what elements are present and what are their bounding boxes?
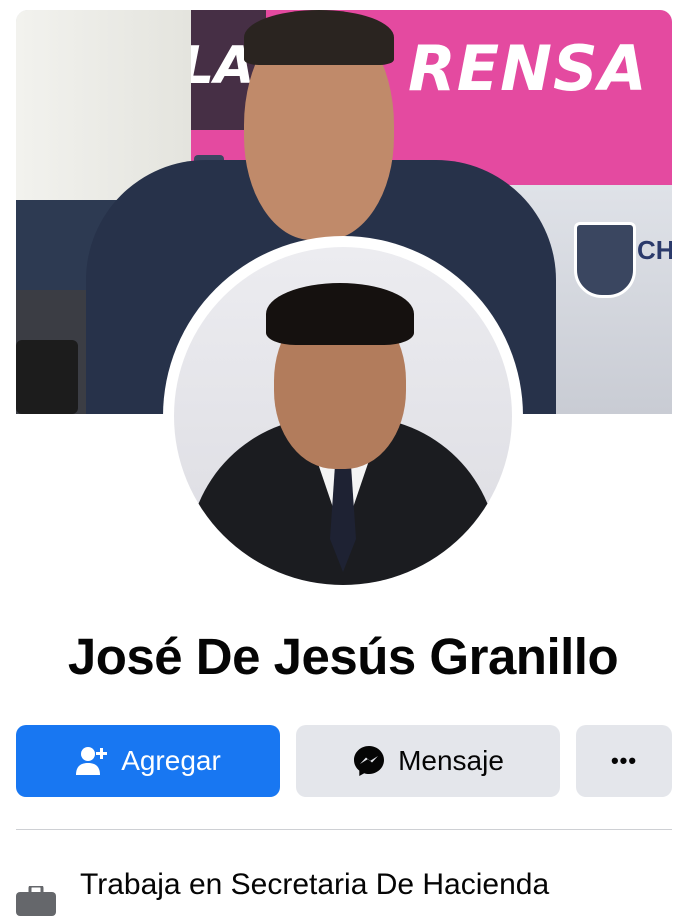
work-text: Trabaja en Secretaria De Hacienda	[80, 868, 550, 901]
add-friend-icon	[75, 745, 109, 777]
cover-banner-text: RENSA	[408, 32, 648, 105]
message-label: Mensaje	[398, 745, 504, 776]
avatar-hair	[266, 283, 414, 345]
cover-logo-shield	[574, 222, 636, 298]
profile-avatar[interactable]	[174, 247, 512, 585]
add-friend-button[interactable]: Agregar	[16, 725, 280, 797]
briefcase-icon	[16, 884, 56, 916]
more-options-button[interactable]: •••	[576, 725, 672, 797]
section-divider	[16, 829, 672, 830]
work-info-row: Trabaja en Secretaria De Hacienda	[16, 868, 676, 916]
add-friend-label: Agregar	[121, 745, 221, 776]
cover-logo-text: CH	[637, 235, 672, 265]
messenger-icon	[352, 744, 386, 778]
cover-person-hair	[244, 10, 394, 65]
more-dots-icon: •••	[610, 748, 638, 773]
profile-name: José De Jesús Granillo	[67, 628, 619, 685]
cover-phone	[16, 340, 78, 414]
message-button[interactable]: Mensaje	[296, 725, 560, 797]
